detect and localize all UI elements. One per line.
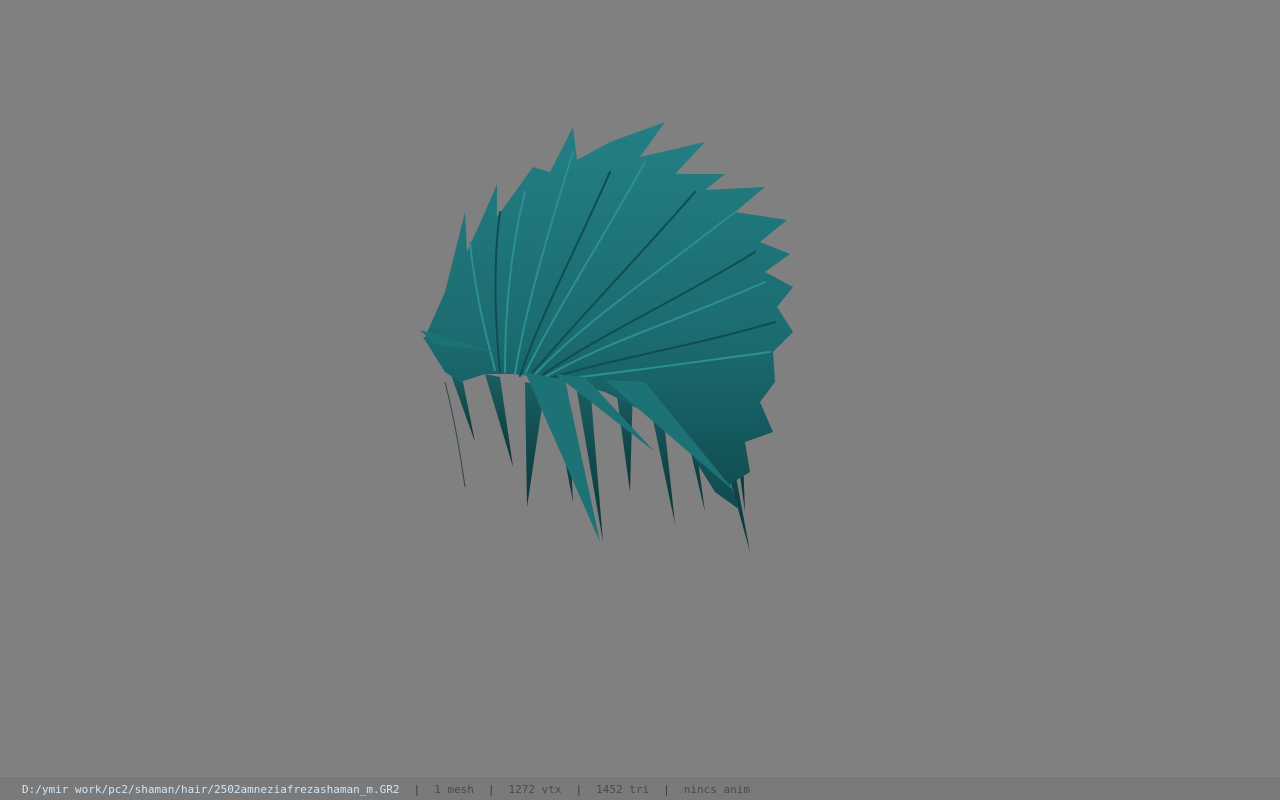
status-bar: D:/ymir work/pc2/shaman/hair/2502amnezia… [0,778,1280,800]
hair-mesh-model [420,122,793,552]
separator: | [663,783,670,796]
mesh-count: 1 mesh [434,783,474,796]
animation-status: nincs anim [683,783,750,796]
file-path: D:/ymir work/pc2/shaman/hair/2502amnezia… [22,783,400,796]
separator: | [413,783,421,796]
triangle-count: 1452 tri [596,783,650,796]
3d-viewport[interactable] [0,0,1280,778]
vertex-count: 1272 vtx [508,783,562,796]
separator: | [487,783,495,796]
hair-main-volume [423,122,793,510]
separator: | [575,783,583,796]
